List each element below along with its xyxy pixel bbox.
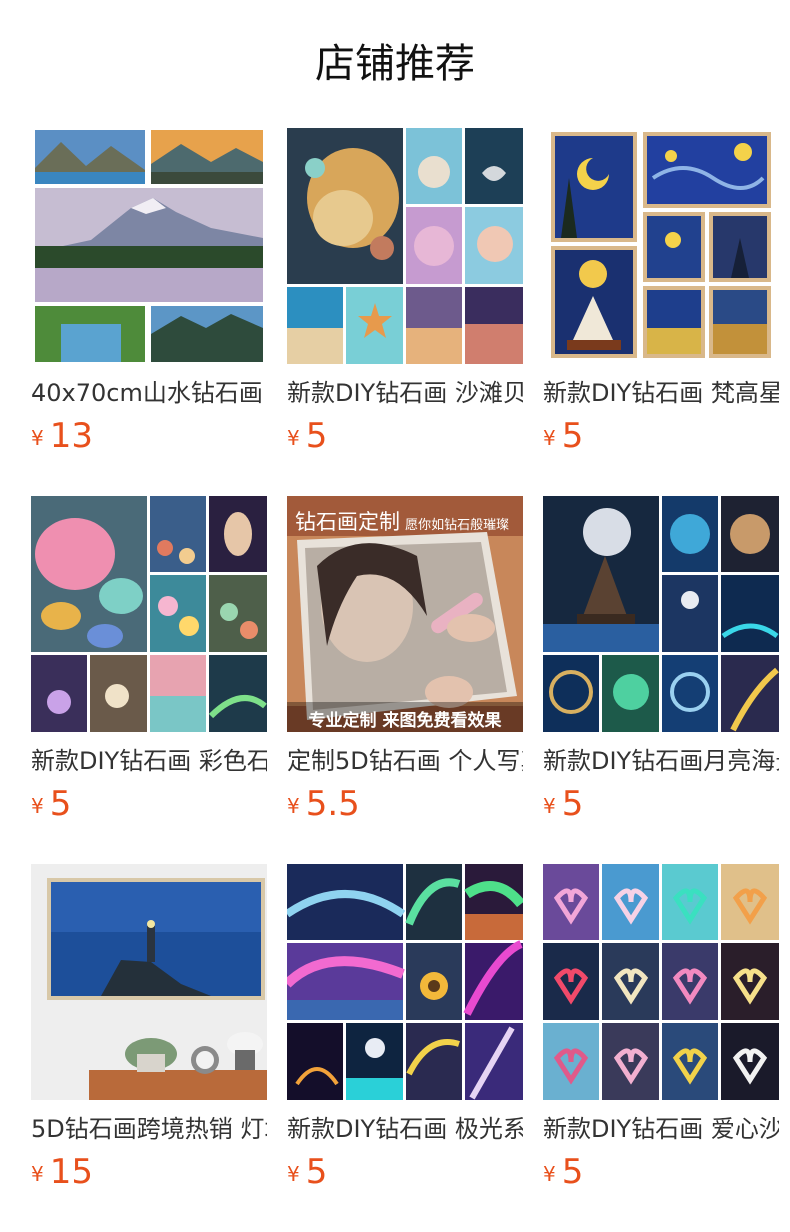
product-card[interactable]: 新款DIY钻石画 沙滩贝壳 ¥5 [287,128,523,456]
product-card[interactable]: 5D钻石画跨境热销 灯塔 ¥15 [31,864,267,1192]
aurora-collage-image[interactable] [287,864,523,1100]
overlay-subtitle: 愿你如钻石般璀璨 [405,518,510,533]
product-price: ¥5 [287,416,328,456]
product-name[interactable]: 新款DIY钻石画 极光系列 [287,1112,523,1146]
product-price: ¥5 [287,1152,328,1192]
moon-ship-collage-image[interactable] [543,496,779,732]
product-name[interactable]: 新款DIY钻石画 梵高星空 [543,376,779,410]
lighthouse-frame-image[interactable] [31,864,267,1100]
product-card[interactable]: 新款DIY钻石画 爱心沙滩 ¥5 [543,864,779,1192]
product-price: ¥5.5 [287,784,360,824]
product-price: ¥5 [543,784,584,824]
product-card[interactable]: 新款DIY钻石画月亮海景 ¥5 [543,496,779,824]
mountain-lake-collage-image[interactable] [31,128,267,364]
product-name[interactable]: 新款DIY钻石画 彩色石头 [31,744,267,778]
product-grid: 40x70cm山水钻石画 ¥13 新款DIY钻石画 沙滩贝 ¥ 5 新款DIY钻… [0,0,790,1232]
product-card[interactable]: 新款DIY钻石画 极光系列 ¥5 [287,864,523,1192]
product-card[interactable]: 钻石画定制 愿你如钻石般璀璨 专业定制 来图免费看效果 定制5D钻石画 个人写真… [287,496,523,824]
product-price: ¥5 [543,1152,584,1192]
product-card[interactable]: 新款DIY钻石画 彩色石头 ¥5 [31,496,267,824]
overlay-title: 钻石画定制 [295,510,400,534]
colorful-stones-collage-image[interactable] [31,496,267,732]
product-name[interactable]: 40x70cm山水钻石画 [31,376,267,410]
product-card[interactable]: 新款DIY钻石画 梵高星空 ¥5 [543,128,779,456]
product-price: ¥5 [31,784,72,824]
portrait-overlay-header: 钻石画定制 愿你如钻石般璀璨 [295,506,509,536]
product-price: ¥13 [31,416,93,456]
custom-portrait-image[interactable]: 钻石画定制 愿你如钻石般璀璨 专业定制 来图免费看效果 [287,496,523,732]
product-name[interactable]: 新款DIY钻石画月亮海景 [543,744,779,778]
heart-beach-collage-image[interactable] [543,864,779,1100]
beach-shell-collage-image[interactable] [287,128,523,364]
starry-night-collage-image[interactable] [543,128,779,364]
overlay-footer: 专业定制 来图免费看效果 [308,711,502,731]
product-name[interactable]: 新款DIY钻石画 沙滩贝壳 [287,376,523,410]
product-card[interactable]: 40x70cm山水钻石画 ¥13 [31,128,267,456]
product-price: ¥15 [31,1152,93,1192]
product-name[interactable]: 5D钻石画跨境热销 灯塔 [31,1112,267,1146]
product-name[interactable]: 新款DIY钻石画 爱心沙滩 [543,1112,779,1146]
product-price: ¥5 [543,416,584,456]
product-name[interactable]: 定制5D钻石画 个人写真 [287,744,523,778]
